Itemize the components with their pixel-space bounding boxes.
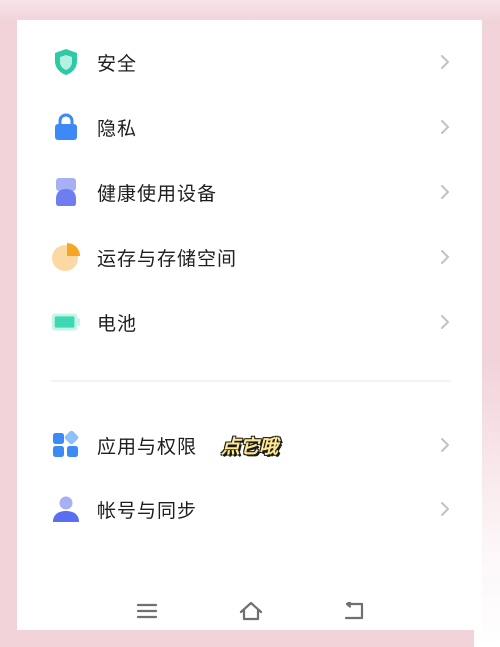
shield-icon bbox=[51, 47, 81, 77]
settings-item-account-sync[interactable]: 帐号与同步 bbox=[17, 477, 482, 541]
settings-item-label: 安全 bbox=[97, 52, 138, 75]
lock-icon bbox=[51, 112, 81, 142]
settings-item-label: 应用与权限 bbox=[97, 435, 198, 458]
chevron-right-icon bbox=[437, 246, 453, 268]
chevron-right-icon bbox=[437, 116, 453, 138]
chevron-right-icon bbox=[437, 311, 453, 333]
back-icon bbox=[343, 600, 365, 624]
home-button[interactable] bbox=[236, 598, 266, 628]
storage-pie-icon bbox=[51, 242, 81, 272]
settings-item-healthy-device-use[interactable]: 健康使用设备 bbox=[17, 160, 482, 224]
chevron-right-icon bbox=[437, 434, 453, 456]
battery-icon bbox=[51, 307, 81, 337]
settings-item-label: 电池 bbox=[97, 312, 138, 335]
settings-item-security[interactable]: 安全 bbox=[17, 30, 482, 94]
menu-button[interactable] bbox=[132, 598, 162, 628]
settings-panel: 安全 隐私 健康使用设备 运存与存储空间 电池 应用与权限 点它哦 帐号与同步 bbox=[17, 20, 482, 630]
health-device-icon bbox=[51, 177, 81, 207]
apps-icon bbox=[51, 430, 81, 460]
settings-item-label: 运存与存储空间 bbox=[97, 247, 238, 270]
sticker-annotation: 点它哦 bbox=[221, 435, 279, 458]
settings-item-battery[interactable]: 电池 bbox=[17, 290, 482, 354]
settings-item-privacy[interactable]: 隐私 bbox=[17, 95, 482, 159]
settings-item-label: 健康使用设备 bbox=[97, 182, 218, 205]
section-divider bbox=[51, 380, 451, 382]
settings-item-apps-permissions[interactable]: 应用与权限 点它哦 bbox=[17, 413, 482, 477]
home-icon bbox=[239, 601, 263, 625]
menu-icon bbox=[136, 603, 158, 623]
chevron-right-icon bbox=[437, 498, 453, 520]
settings-item-label: 隐私 bbox=[97, 117, 138, 140]
account-icon bbox=[51, 494, 81, 524]
chevron-right-icon bbox=[437, 51, 453, 73]
settings-item-label: 帐号与同步 bbox=[97, 499, 198, 522]
settings-item-memory-storage[interactable]: 运存与存储空间 bbox=[17, 225, 482, 289]
back-button[interactable] bbox=[339, 598, 369, 628]
chevron-right-icon bbox=[437, 181, 453, 203]
